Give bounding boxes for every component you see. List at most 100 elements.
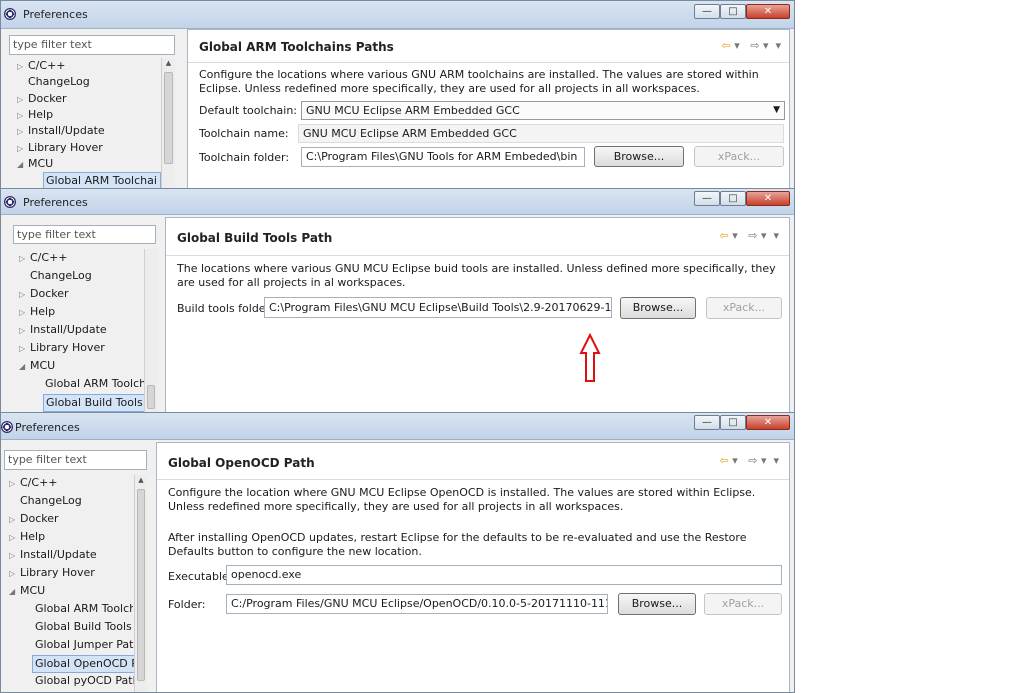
browse-button[interactable]: Browse... [594, 146, 684, 167]
tree-item-help[interactable]: ▷ Help [17, 107, 53, 124]
tree-item-changelog[interactable]: ChangeLog [9, 493, 82, 509]
tree-item-cpp[interactable]: ▷ C/C++ [9, 475, 58, 492]
tree-item-help[interactable]: ▷ Help [9, 529, 45, 546]
close-button[interactable]: ✕ [746, 4, 790, 19]
eclipse-icon [4, 8, 16, 20]
maximize-button[interactable]: □ [720, 191, 746, 206]
tree-item-library-hover[interactable]: ▷ Library Hover [19, 340, 105, 357]
expand-arrow-icon[interactable]: ▷ [17, 124, 28, 140]
chevron-down-icon[interactable]: ▾ [763, 39, 769, 52]
history-nav: ⇦ ▾ ⇨ ▾ ▾ [721, 39, 781, 52]
expand-arrow-icon[interactable]: ▷ [19, 305, 30, 321]
tree-item-mcu[interactable]: ◢ MCU [17, 156, 53, 173]
expand-arrow-icon[interactable]: ▷ [17, 92, 28, 108]
tree-item-cpp[interactable]: ▷ C/C++ [19, 250, 68, 267]
tree-item-docker[interactable]: ▷ Docker [9, 511, 59, 528]
maximize-button[interactable]: □ [720, 415, 746, 430]
collapse-arrow-icon[interactable]: ◢ [19, 359, 30, 375]
expand-arrow-icon[interactable]: ▷ [17, 59, 28, 75]
close-button[interactable]: ✕ [746, 415, 790, 430]
close-button[interactable]: ✕ [746, 191, 790, 206]
collapse-arrow-icon[interactable]: ◢ [17, 157, 28, 173]
tree-item-mcu[interactable]: ◢ MCU [19, 358, 55, 375]
window-title: Preferences [23, 196, 88, 209]
chevron-down-icon[interactable]: ▾ [734, 39, 740, 52]
collapse-arrow-icon[interactable]: ◢ [9, 584, 20, 600]
minimize-button[interactable]: — [694, 4, 720, 19]
expand-arrow-icon[interactable]: ▷ [17, 108, 28, 124]
tree-scrollbar[interactable]: ▲ [161, 58, 175, 191]
tree-item-global-jumper-path[interactable]: Global Jumper Path [35, 637, 140, 653]
view-menu-icon[interactable]: ▾ [773, 454, 779, 467]
tree-item-changelog[interactable]: ChangeLog [19, 268, 92, 284]
preferences-window-2: Preferences — □ ✕ type filter text ▷ C/C+… [0, 188, 795, 413]
xpack-button: xPack... [706, 297, 782, 319]
tree-scrollbar[interactable] [144, 249, 157, 412]
build-tools-input[interactable]: C:\Program Files\GNU MCU Eclipse\Build T… [264, 297, 612, 318]
expand-arrow-icon[interactable]: ▷ [9, 530, 20, 546]
tree-item-mcu[interactable]: ◢ MCU [9, 583, 45, 600]
browse-button[interactable]: Browse... [620, 297, 696, 319]
view-menu-icon[interactable]: ▾ [773, 229, 779, 242]
expand-arrow-icon[interactable]: ▷ [9, 548, 20, 564]
forward-arrow-icon[interactable]: ⇨ [748, 229, 757, 242]
expand-arrow-icon[interactable]: ▷ [9, 512, 20, 528]
tree-item-global-arm-toolchains[interactable]: Global ARM Toolchai [45, 376, 145, 392]
expand-arrow-icon[interactable]: ▷ [19, 323, 30, 339]
expand-arrow-icon[interactable]: ▷ [19, 287, 30, 303]
back-arrow-icon[interactable]: ⇦ [719, 229, 728, 242]
expand-arrow-icon[interactable]: ▷ [9, 566, 20, 582]
chevron-down-icon[interactable]: ▾ [732, 229, 738, 242]
filter-input[interactable]: type filter text [4, 450, 147, 470]
scroll-thumb[interactable] [147, 385, 155, 409]
folder-label: Folder: [168, 598, 206, 611]
window-title: Preferences [23, 8, 88, 21]
expand-arrow-icon[interactable]: ▷ [19, 341, 30, 357]
expand-arrow-icon[interactable]: ▷ [9, 476, 20, 492]
forward-arrow-icon[interactable]: ⇨ [750, 39, 759, 52]
tree-item-docker[interactable]: ▷ Docker [17, 91, 67, 108]
tree-scrollbar[interactable]: ▲ [134, 475, 147, 692]
dropdown-arrow-icon[interactable]: ▼ [773, 102, 780, 119]
tree-item-docker[interactable]: ▷ Docker [19, 286, 69, 303]
tree-item-library-hover[interactable]: ▷ Library Hover [9, 565, 95, 582]
back-arrow-icon[interactable]: ⇦ [721, 39, 730, 52]
filter-input[interactable]: type filter text [13, 225, 156, 244]
tree-item-global-openocd-path[interactable]: Global OpenOCD Pat [32, 655, 136, 673]
back-arrow-icon[interactable]: ⇦ [719, 454, 728, 467]
chevron-down-icon[interactable]: ▾ [761, 454, 767, 467]
tree-item-install-update[interactable]: ▷ Install/Update [19, 322, 107, 339]
tree-item-install-update[interactable]: ▷ Install/Update [9, 547, 97, 564]
tree-item-global-build-tools[interactable]: Global Build Tools Pa [35, 619, 133, 635]
expand-arrow-icon[interactable]: ▷ [17, 141, 28, 157]
tree-item-cpp[interactable]: ▷ C/C++ [17, 58, 66, 75]
expand-arrow-icon[interactable]: ▷ [19, 251, 30, 267]
default-toolchain-select[interactable]: GNU MCU Eclipse ARM Embedded GCC ▼ [301, 101, 785, 120]
minimize-button[interactable]: — [694, 191, 720, 206]
tree-item-global-pyocd-path[interactable]: Global pyOCD Path [35, 673, 140, 689]
tree-item-install-update[interactable]: ▷ Install/Update [17, 123, 105, 140]
folder-input[interactable]: C:/Program Files/GNU MCU Eclipse/OpenOCD… [226, 594, 608, 614]
browse-button[interactable]: Browse... [618, 593, 696, 615]
scroll-up-icon[interactable]: ▲ [135, 476, 147, 488]
scroll-up-icon[interactable]: ▲ [162, 59, 175, 71]
scroll-thumb[interactable] [164, 72, 173, 164]
view-menu-icon[interactable]: ▾ [775, 39, 781, 52]
filter-input[interactable]: type filter text [9, 35, 175, 55]
tree-item-global-build-tools[interactable]: Global Build Tools Pa [43, 394, 147, 412]
chevron-down-icon[interactable]: ▾ [732, 454, 738, 467]
window-title: Preferences [15, 421, 80, 434]
minimize-button[interactable]: — [694, 415, 720, 430]
tree-item-help[interactable]: ▷ Help [19, 304, 55, 321]
maximize-button[interactable]: □ [720, 4, 746, 19]
forward-arrow-icon[interactable]: ⇨ [748, 454, 757, 467]
history-nav: ⇦ ▾ ⇨ ▾ ▾ [719, 454, 779, 467]
chevron-down-icon[interactable]: ▾ [761, 229, 767, 242]
toolchain-folder-input[interactable]: C:\Program Files\GNU Tools for ARM Embed… [301, 147, 585, 167]
tree-item-library-hover[interactable]: ▷ Library Hover [17, 140, 103, 157]
scroll-thumb[interactable] [137, 489, 145, 681]
executable-input[interactable]: openocd.exe [226, 565, 782, 585]
preferences-window-3: Preferences — □ ✕ type filter text ▷ C/C+… [0, 412, 795, 693]
tree-item-global-arm-toolchains[interactable]: Global ARM Toolchai [35, 601, 133, 617]
tree-item-changelog[interactable]: ChangeLog [17, 74, 90, 90]
